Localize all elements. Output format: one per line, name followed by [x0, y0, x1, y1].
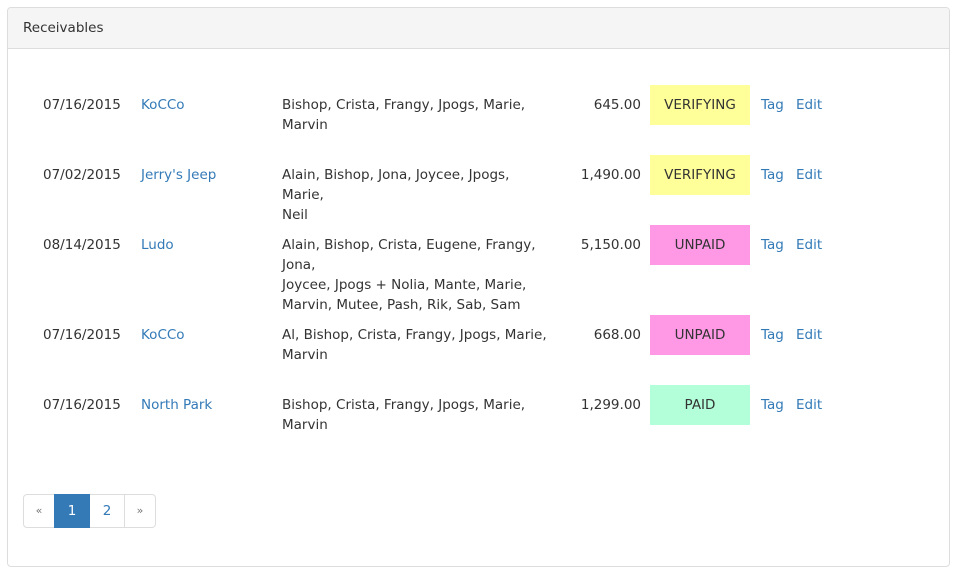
status-badge: VERIFYING [650, 155, 750, 195]
people-line: Marvin [282, 417, 328, 433]
row-people: Bishop, Crista, Frangy, Jpogs, Marie, Ma… [282, 95, 554, 135]
row-amount: 1,490.00 [580, 167, 641, 183]
row-date: 07/16/2015 [43, 327, 121, 343]
row-amount: 668.00 [593, 327, 641, 343]
pagination-prev-button[interactable]: « [23, 494, 55, 528]
row-people: Alain, Bishop, Crista, Eugene, Frangy, J… [282, 235, 554, 315]
people-line: Marvin [282, 347, 328, 363]
receivables-panel: Receivables 07/16/2015 KoCCo Bishop, Cri… [7, 7, 950, 567]
people-line: Bishop, Crista, Frangy, Jpogs, Marie, [282, 397, 526, 413]
tag-link[interactable]: Tag [761, 395, 784, 415]
pagination-next-button[interactable]: » [124, 494, 156, 528]
status-badge: PAID [650, 385, 750, 425]
people-line: Al, Bishop, Crista, Frangy, Jpogs, Marie… [282, 327, 547, 343]
tag-link[interactable]: Tag [761, 325, 784, 345]
pagination-page-1[interactable]: 1 [54, 494, 90, 528]
edit-link[interactable]: Edit [796, 325, 822, 345]
row-date: 07/16/2015 [43, 397, 121, 413]
edit-link[interactable]: Edit [796, 395, 822, 415]
pagination: « 1 2 » [23, 494, 156, 528]
row-amount: 645.00 [593, 97, 641, 113]
people-line: Alain, Bishop, Jona, Joycee, Jpogs, Mari… [282, 167, 510, 203]
people-line: Neil [282, 207, 308, 223]
tag-link[interactable]: Tag [761, 235, 784, 255]
client-link[interactable]: North Park [141, 395, 212, 415]
row-amount: 1,299.00 [580, 397, 641, 413]
edit-link[interactable]: Edit [796, 235, 822, 255]
people-line: Marvin [282, 117, 328, 133]
panel-title: Receivables [8, 8, 949, 49]
row-people: Al, Bishop, Crista, Frangy, Jpogs, Marie… [282, 325, 554, 365]
status-badge: UNPAID [650, 315, 750, 355]
row-date: 07/16/2015 [43, 97, 121, 113]
status-badge: UNPAID [650, 225, 750, 265]
client-link[interactable]: Jerry's Jeep [141, 165, 216, 185]
tag-link[interactable]: Tag [761, 165, 784, 185]
row-amount: 5,150.00 [580, 237, 641, 253]
client-link[interactable]: KoCCo [141, 325, 185, 345]
people-line: Joycee, Jpogs + Nolia, Mante, Marie, [282, 277, 527, 293]
pagination-page-2[interactable]: 2 [89, 494, 125, 528]
row-date: 07/02/2015 [43, 167, 121, 183]
row-people: Alain, Bishop, Jona, Joycee, Jpogs, Mari… [282, 165, 554, 225]
status-badge: VERIFYING [650, 85, 750, 125]
client-link[interactable]: KoCCo [141, 95, 185, 115]
tag-link[interactable]: Tag [761, 95, 784, 115]
edit-link[interactable]: Edit [796, 165, 822, 185]
people-line: Alain, Bishop, Crista, Eugene, Frangy, J… [282, 237, 536, 273]
people-line: Bishop, Crista, Frangy, Jpogs, Marie, [282, 97, 526, 113]
row-date: 08/14/2015 [43, 237, 121, 253]
edit-link[interactable]: Edit [796, 95, 822, 115]
client-link[interactable]: Ludo [141, 235, 174, 255]
row-people: Bishop, Crista, Frangy, Jpogs, Marie, Ma… [282, 395, 554, 435]
people-line: Marvin, Mutee, Pash, Rik, Sab, Sam [282, 297, 521, 313]
